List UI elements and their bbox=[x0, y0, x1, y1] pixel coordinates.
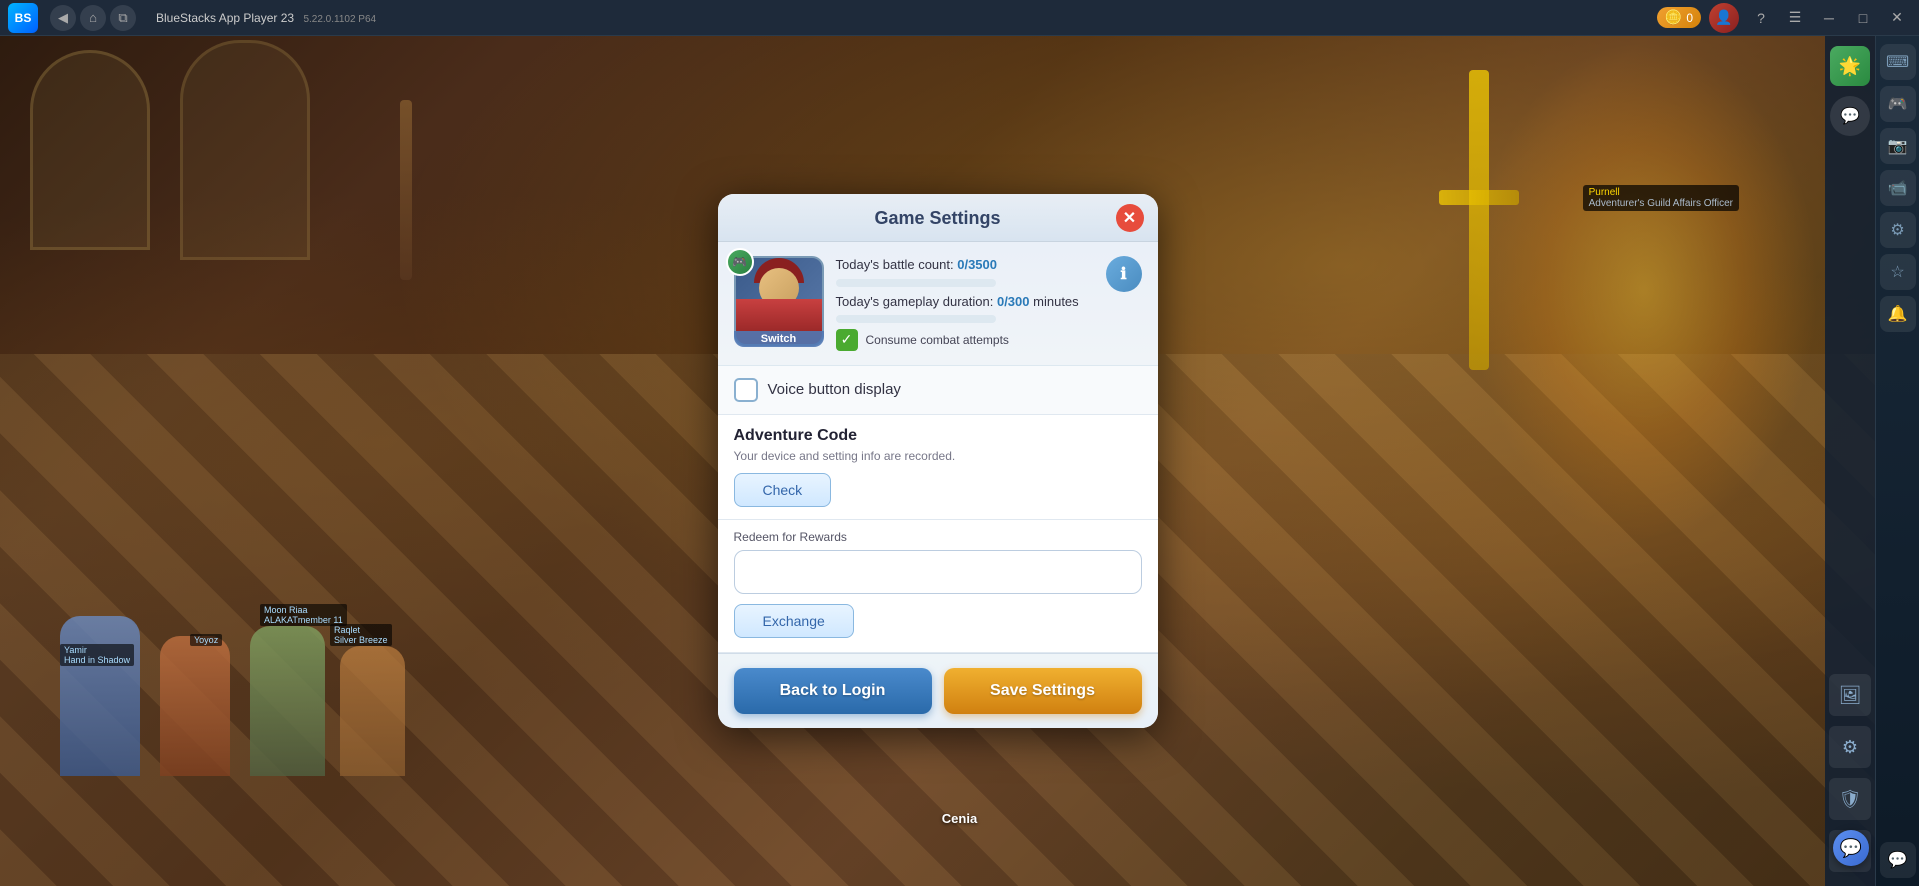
voice-section: Voice button display bbox=[718, 366, 1158, 415]
avatar-container: 🎮 Switch bbox=[734, 256, 824, 346]
nav-home-btn[interactable]: ⌂ bbox=[80, 5, 106, 31]
avatar-label[interactable]: Switch bbox=[734, 331, 824, 347]
user-avatar-titlebar[interactable]: 👤 bbox=[1709, 3, 1739, 33]
duration-row: Today's gameplay duration: 0/300 minutes bbox=[836, 293, 1094, 311]
nav-tabs-btn[interactable]: ⧉ bbox=[110, 5, 136, 31]
titlebar-controls: ? ☰ ─ □ ✕ bbox=[1747, 7, 1911, 29]
sidebar-screenshot-icon[interactable]: 📷 bbox=[1880, 128, 1916, 164]
modal-title: Game Settings bbox=[874, 208, 1000, 228]
adventure-desc: Your device and setting info are recorde… bbox=[734, 449, 1142, 463]
help-button[interactable]: ? bbox=[1747, 7, 1775, 29]
menu-button[interactable]: ☰ bbox=[1781, 7, 1809, 29]
sidebar-chat-icon[interactable]: 💬 bbox=[1880, 842, 1916, 878]
exchange-button[interactable]: Exchange bbox=[734, 604, 854, 638]
sidebar-star-icon[interactable]: ☆ bbox=[1880, 254, 1916, 290]
sidebar-keyboard-icon[interactable]: ⌨ bbox=[1880, 44, 1916, 80]
check-button[interactable]: Check bbox=[734, 473, 832, 507]
back-to-login-button[interactable]: Back to Login bbox=[734, 668, 932, 714]
game-settings-modal: Game Settings ✕ 🎮 Switch Today's ba bbox=[718, 194, 1158, 727]
titlebar: BS ◀ ⌂ ⧉ BlueStacks App Player 23 5.22.0… bbox=[0, 0, 1919, 36]
right-sidebar: ⌨ 🎮 📷 📹 ⚙ ☆ 🔔 💬 bbox=[1875, 36, 1919, 886]
adventure-title: Adventure Code bbox=[734, 427, 1142, 445]
modal-overlay: Game Settings ✕ 🎮 Switch Today's ba bbox=[0, 36, 1875, 886]
adventure-section: Adventure Code Your device and setting i… bbox=[718, 415, 1158, 520]
nav-back-btn[interactable]: ◀ bbox=[50, 5, 76, 31]
redeem-section: Redeem for Rewards Exchange bbox=[718, 520, 1158, 653]
stats-area: Today's battle count: 0/3500 Today's gam… bbox=[836, 256, 1094, 350]
modal-close-button[interactable]: ✕ bbox=[1116, 204, 1144, 232]
modal-top-section: 🎮 Switch Today's battle count: 0/3500 To… bbox=[718, 242, 1158, 365]
voice-checkbox[interactable] bbox=[734, 378, 758, 402]
redeem-input[interactable] bbox=[734, 550, 1142, 594]
sidebar-record-icon[interactable]: 📹 bbox=[1880, 170, 1916, 206]
minimize-button[interactable]: ─ bbox=[1815, 7, 1843, 29]
consume-check-icon: ✓ bbox=[836, 329, 858, 351]
sidebar-controller-icon[interactable]: 🎮 bbox=[1880, 86, 1916, 122]
save-settings-button[interactable]: Save Settings bbox=[944, 668, 1142, 714]
maximize-button[interactable]: □ bbox=[1849, 7, 1877, 29]
modal-footer: Back to Login Save Settings bbox=[718, 653, 1158, 728]
consume-label: Consume combat attempts bbox=[866, 333, 1009, 347]
consume-row: ✓ Consume combat attempts bbox=[836, 329, 1094, 351]
avatar-status-icon: 🎮 bbox=[726, 248, 754, 276]
modal-header: Game Settings ✕ bbox=[718, 194, 1158, 242]
modal-body: 🎮 Switch Today's battle count: 0/3500 To… bbox=[718, 242, 1158, 652]
battle-bar bbox=[836, 279, 996, 287]
titlebar-title: BlueStacks App Player 23 5.22.0.1102 P64 bbox=[156, 11, 1657, 25]
redeem-label: Redeem for Rewards bbox=[734, 530, 1142, 544]
titlebar-nav: ◀ ⌂ ⧉ bbox=[50, 5, 136, 31]
sidebar-bell-icon[interactable]: 🔔 bbox=[1880, 296, 1916, 332]
battle-count-row: Today's battle count: 0/3500 bbox=[836, 256, 1094, 274]
bluestacks-logo: BS bbox=[8, 3, 38, 33]
duration-bar bbox=[836, 315, 996, 323]
coin-badge: 🪙 0 bbox=[1657, 7, 1701, 28]
close-button[interactable]: ✕ bbox=[1883, 7, 1911, 29]
voice-label: Voice button display bbox=[768, 381, 901, 398]
sidebar-settings-icon[interactable]: ⚙ bbox=[1880, 212, 1916, 248]
info-button[interactable]: ℹ bbox=[1106, 256, 1142, 292]
